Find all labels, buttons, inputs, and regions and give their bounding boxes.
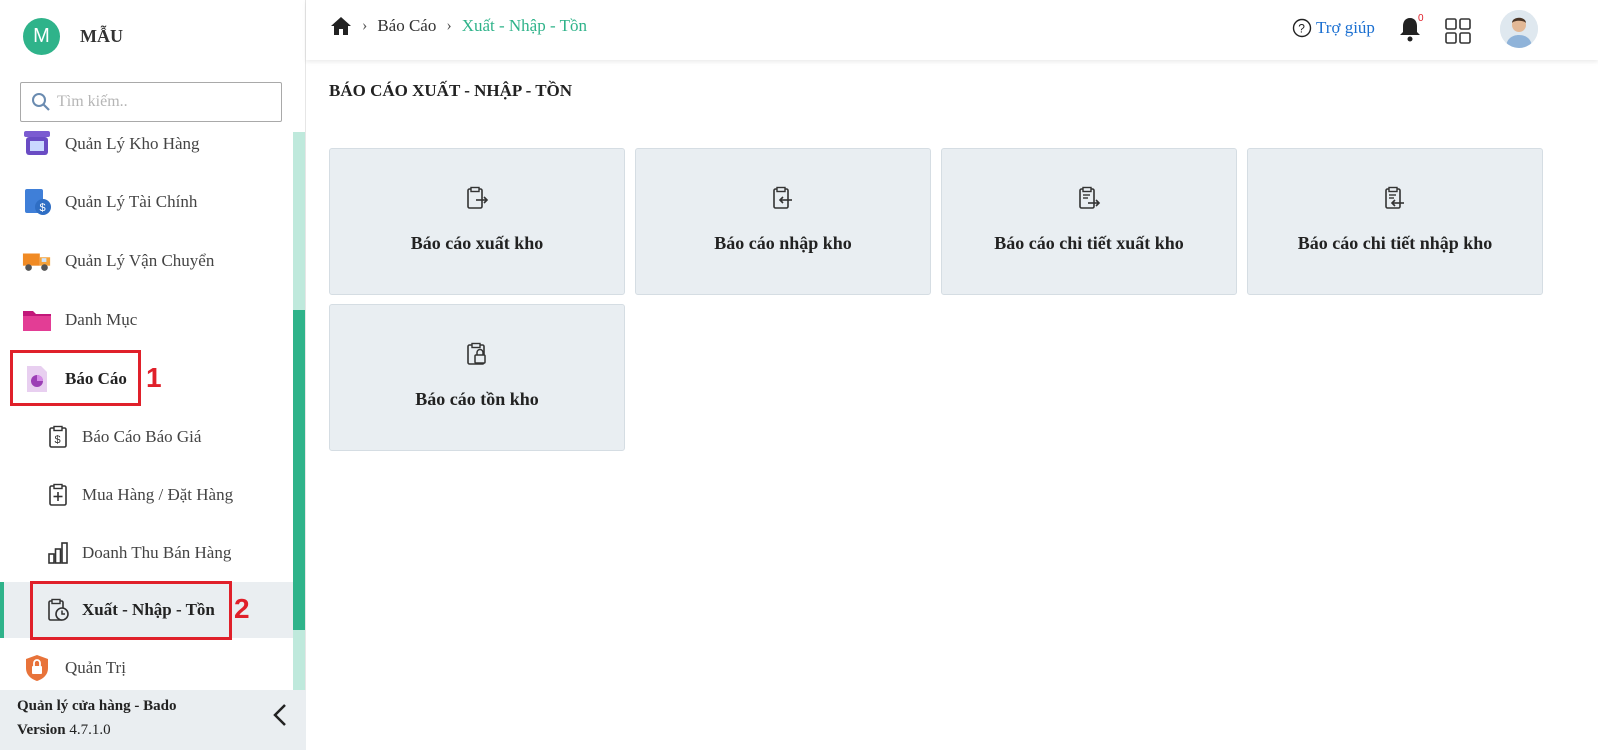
clipboard-export-icon (467, 186, 489, 209)
home-icon[interactable] (330, 16, 352, 36)
clipboard-list-import-icon (1385, 186, 1404, 209)
clipboard-import-icon (773, 186, 792, 209)
chevron-right-icon: › (446, 17, 452, 34)
card-label: Báo cáo nhập kho (714, 233, 852, 253)
app-name: Quản lý cửa hàng - Bado (17, 698, 177, 714)
search-box[interactable] (20, 82, 282, 122)
sidebar-item-revenue[interactable]: Doanh Thu Bán Hàng (0, 531, 293, 575)
sidebar-item-finance[interactable]: $ Quản Lý Tài Chính (0, 180, 293, 224)
brand-avatar: M (23, 18, 60, 55)
sidebar-item-quote-report[interactable]: $ Báo Cáo Báo Giá (0, 415, 293, 459)
svg-text:$: $ (55, 434, 61, 446)
finance-icon: $ (22, 187, 52, 217)
brand-name: MẪU (80, 26, 123, 46)
card-export-report[interactable]: Báo cáo xuất kho (329, 148, 625, 295)
apps-grid-icon[interactable] (1444, 17, 1472, 45)
page-title: BÁO CÁO XUẤT - NHẬP - TỒN (329, 81, 573, 100)
avatar[interactable] (1500, 10, 1538, 48)
folder-icon (22, 305, 52, 335)
bar-chart-icon (46, 541, 70, 565)
sidebar-item-shipping[interactable]: Quản Lý Vận Chuyển (0, 239, 293, 283)
card-export-detail-report[interactable]: Báo cáo chi tiết xuất kho (941, 148, 1237, 295)
scrollbar-thumb[interactable] (293, 310, 305, 630)
sidebar-item-label: Báo Cáo Báo Giá (82, 427, 202, 446)
brand[interactable]: M MẪU (23, 18, 123, 55)
sidebar-item-label: Danh Mục (65, 310, 138, 329)
clipboard-dollar-icon: $ (46, 425, 70, 449)
notification-count: 0 (1418, 13, 1424, 24)
sidebar-item-admin[interactable]: Quản Trị (0, 646, 293, 690)
card-import-report[interactable]: Báo cáo nhập kho (635, 148, 931, 295)
search-input[interactable] (57, 93, 257, 111)
clipboard-lock-icon (467, 342, 486, 365)
top-bar: › Báo Cáo › Xuất - Nhập - Tồn ? Trợ giúp… (306, 0, 1598, 60)
sidebar-item-purchase[interactable]: Mua Hàng / Đặt Hàng (0, 473, 293, 517)
help-link[interactable]: ? Trợ giúp (1292, 18, 1375, 38)
card-label: Báo cáo tồn kho (415, 389, 539, 409)
collapse-sidebar-icon[interactable] (270, 702, 290, 728)
sidebar-item-label: Quản Trị (65, 658, 126, 677)
card-import-detail-report[interactable]: Báo cáo chi tiết nhập kho (1247, 148, 1543, 295)
chevron-right-icon: › (362, 17, 368, 34)
annotation-number-1: 1 (146, 362, 162, 393)
sidebar-item-catalog[interactable]: Danh Mục (0, 298, 293, 342)
card-label: Báo cáo xuất kho (410, 233, 544, 253)
warehouse-icon (22, 129, 52, 159)
sidebar: M MẪU Quản Lý Kho Hàng $ Quản Lý Tài Chí… (0, 0, 306, 750)
app-version: Version 4.7.1.0 (17, 722, 111, 738)
sidebar-item-warehouse[interactable]: Quản Lý Kho Hàng (0, 122, 293, 166)
breadcrumb: › Báo Cáo › Xuất - Nhập - Tồn (330, 16, 587, 36)
card-label: Báo cáo chi tiết xuất kho (994, 233, 1184, 253)
sidebar-item-label: Quản Lý Tài Chính (65, 192, 198, 211)
sidebar-item-label: Doanh Thu Bán Hàng (82, 543, 232, 562)
sidebar-item-label: Quản Lý Vận Chuyển (65, 251, 215, 270)
clipboard-list-export-icon (1079, 186, 1101, 209)
annotation-box-1 (10, 350, 141, 406)
truck-icon (22, 246, 52, 276)
sidebar-item-label: Mua Hàng / Đặt Hàng (82, 485, 234, 504)
clipboard-plus-icon (46, 483, 70, 507)
breadcrumb-item[interactable]: Báo Cáo (377, 16, 436, 36)
question-circle-icon: ? (1292, 18, 1312, 38)
search-icon (32, 93, 50, 111)
annotation-box-2 (30, 581, 232, 640)
breadcrumb-current: Xuất - Nhập - Tồn (461, 16, 587, 35)
sidebar-footer: Quản lý cửa hàng - Bado Version 4.7.1.0 (0, 690, 306, 750)
svg-text:?: ? (1298, 22, 1305, 36)
sidebar-item-label: Quản Lý Kho Hàng (65, 134, 200, 153)
svg-text:$: $ (40, 202, 46, 214)
card-stock-report[interactable]: Báo cáo tồn kho (329, 304, 625, 451)
card-label: Báo cáo chi tiết nhập kho (1297, 233, 1493, 253)
admin-lock-icon (22, 653, 52, 683)
annotation-number-2: 2 (234, 593, 250, 624)
help-label: Trợ giúp (1316, 18, 1375, 37)
